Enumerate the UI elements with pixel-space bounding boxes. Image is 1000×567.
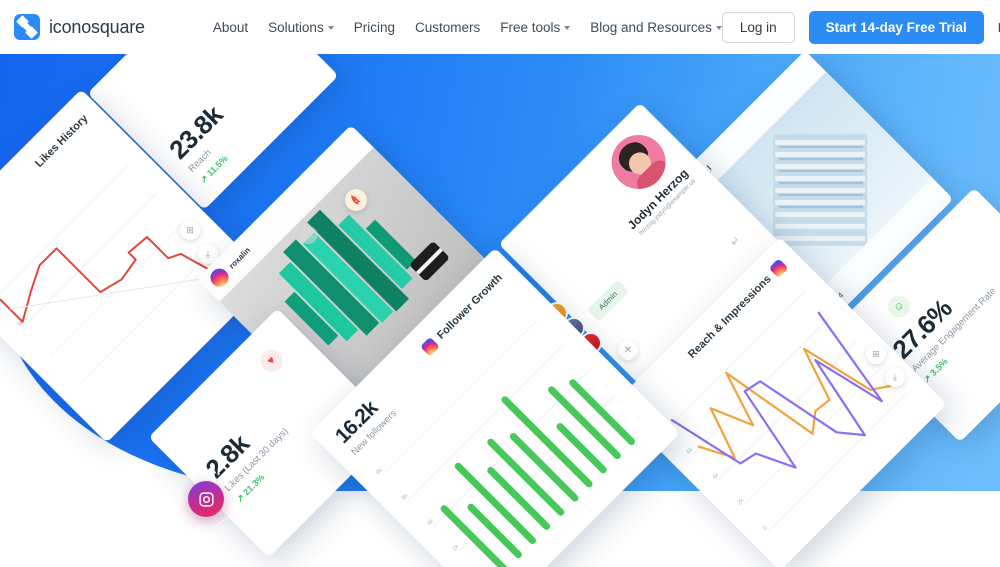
enter-icon: ↵: [728, 234, 744, 250]
site-header: iconosquare About Solutions Pricing Cust…: [0, 0, 1000, 54]
nav-label: About: [212, 19, 249, 35]
instagram-fab-wrapper: [177, 470, 235, 528]
profile-close-button[interactable]: ✕: [618, 340, 638, 360]
post-left-bookmark-button[interactable]: 🔖: [345, 189, 367, 211]
y-tick: 6k: [401, 492, 410, 501]
nav-label: Blog and Resources: [590, 19, 712, 35]
y-tick: 2k: [452, 543, 461, 552]
nav-item-blog-and-resources[interactable]: Blog and Resources: [590, 20, 722, 35]
iconosquare-logo-icon: [14, 14, 40, 40]
header-actions: Log in Start 14-day Free Trial EN: [721, 10, 1000, 44]
login-button[interactable]: Log in: [721, 11, 795, 43]
nav-item-free-tools[interactable]: Free tools: [500, 19, 571, 35]
likes-history-grid-button[interactable]: ⊞: [180, 220, 200, 240]
y-tick: 2k: [737, 497, 746, 506]
y-tick: 4k: [711, 472, 720, 481]
nav-label: Solutions: [268, 19, 324, 35]
hero-section: 📣 23.8k Reach ↗ 11.5% 23.8k Likes Likes …: [0, 54, 1000, 567]
start-free-trial-button[interactable]: Start 14-day Free Trial: [808, 10, 984, 44]
logo-text: iconosquare: [49, 16, 145, 37]
avatar: [206, 264, 233, 291]
nav-item-customers[interactable]: Customers: [415, 20, 480, 35]
nav-item-about[interactable]: About: [213, 20, 248, 35]
nav-label: Customers: [414, 19, 481, 35]
logo[interactable]: iconosquare: [14, 14, 145, 40]
instagram-camera-icon: [198, 491, 214, 507]
reach-impressions-grid-button[interactable]: ⊞: [866, 344, 886, 364]
instagram-icon: [768, 258, 789, 279]
y-tick: 0: [762, 525, 769, 532]
smiley-icon: ☺: [883, 290, 915, 323]
y-tick: 6k: [686, 446, 695, 455]
reach-impressions-export-button[interactable]: ⤓: [885, 367, 905, 387]
chevron-down-icon: [564, 26, 571, 30]
nav-label: Free tools: [500, 19, 561, 35]
y-tick: 4k: [426, 518, 435, 527]
post-left-username: roxalin: [226, 245, 252, 271]
instagram-icon: [420, 336, 441, 357]
y-tick: 8k: [375, 467, 384, 476]
main-nav: About Solutions Pricing Customers Free t…: [213, 20, 722, 35]
nav-label: Pricing: [353, 19, 395, 35]
page-root: iconosquare About Solutions Pricing Cust…: [0, 0, 1000, 567]
nav-item-solutions[interactable]: Solutions: [268, 20, 334, 35]
chevron-down-icon: [327, 26, 334, 30]
heart-icon: ♥: [256, 345, 288, 377]
instagram-fab-button[interactable]: [188, 481, 224, 517]
nav-item-pricing[interactable]: Pricing: [354, 20, 395, 35]
